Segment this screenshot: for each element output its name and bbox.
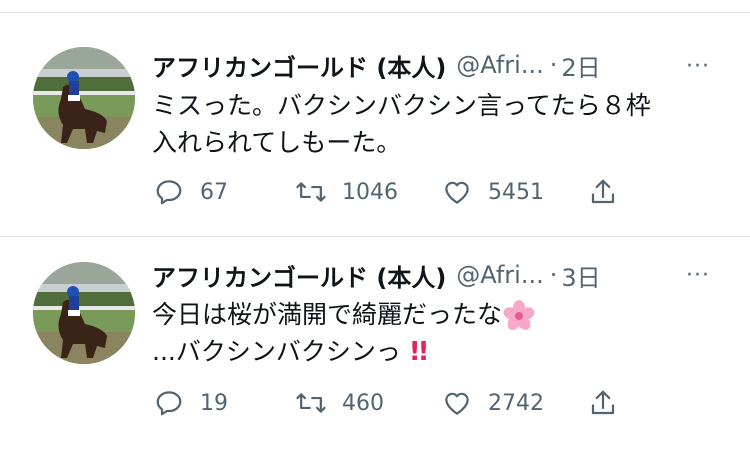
reply-button[interactable]: 19 [152, 383, 228, 423]
tweet-header: アフリカンゴールド (本人) @Afri... · 2日 [152, 47, 601, 83]
tweet[interactable]: アフリカンゴールド (本人) @Afri... · 3日 ··· 今日は桜が満開… [0, 237, 750, 466]
retweet-icon [294, 386, 328, 420]
avatar[interactable] [33, 47, 135, 149]
tweet-text: ミスった。バクシンバクシン言ってたら８枠 入れられてしもーた。 [152, 87, 651, 161]
tweet-text-line: 今日は桜が満開で綺麗だったな [152, 296, 536, 333]
display-name[interactable]: アフリカンゴールド (本人) [152, 258, 446, 293]
like-button[interactable]: 5451 [440, 172, 544, 212]
tweet-text-line: ...バクシンバクシンっ !! [152, 333, 536, 371]
tweet[interactable]: アフリカンゴールド (本人) @Afri... · 2日 ··· ミスった。バク… [0, 13, 750, 236]
reply-icon [152, 175, 186, 209]
tweet-text-line: 入れられてしもーた。 [152, 128, 402, 157]
handle[interactable]: @Afri... [456, 51, 543, 79]
share-icon [586, 386, 620, 420]
reply-count: 19 [200, 390, 228, 416]
more-icon[interactable]: ··· [683, 260, 713, 290]
tweet-text-segment: ...バクシンバクシンっ [152, 337, 401, 366]
avatar[interactable] [33, 262, 135, 364]
tweet-text: 今日は桜が満開で綺麗だったな ...バクシンバクシンっ !! [152, 296, 536, 371]
share-icon [586, 175, 620, 209]
like-count: 5451 [488, 179, 544, 205]
heart-icon [440, 386, 474, 420]
action-bar: 19 460 2742 [152, 383, 632, 423]
timestamp[interactable]: 2日 [561, 48, 600, 83]
handle[interactable]: @Afri... [456, 261, 543, 289]
separator-dot: · [549, 261, 558, 289]
like-button[interactable]: 2742 [440, 383, 544, 423]
retweet-count: 460 [342, 390, 384, 416]
like-count: 2742 [488, 390, 544, 416]
cherry-blossom-icon [502, 299, 536, 333]
tweet-text-line: ミスった。バクシンバクシン言ってたら８枠 [152, 91, 651, 120]
reply-icon [152, 386, 186, 420]
action-bar: 67 1046 5451 [152, 172, 632, 212]
double-exclamation-icon: !! [408, 337, 430, 367]
share-button[interactable] [586, 172, 620, 212]
heart-icon [440, 175, 474, 209]
tweet-text-segment: 今日は桜が満開で綺麗だったな [152, 300, 503, 329]
display-name[interactable]: アフリカンゴールド (本人) [152, 48, 446, 83]
tweet-header: アフリカンゴールド (本人) @Afri... · 3日 [152, 257, 601, 293]
retweet-button[interactable]: 460 [294, 383, 384, 423]
reply-button[interactable]: 67 [152, 172, 228, 212]
retweet-count: 1046 [342, 179, 398, 205]
share-button[interactable] [586, 383, 620, 423]
retweet-button[interactable]: 1046 [294, 172, 398, 212]
more-icon[interactable]: ··· [683, 51, 713, 81]
reply-count: 67 [200, 179, 228, 205]
retweet-icon [294, 175, 328, 209]
separator-dot: · [549, 51, 558, 79]
timestamp[interactable]: 3日 [561, 258, 600, 293]
